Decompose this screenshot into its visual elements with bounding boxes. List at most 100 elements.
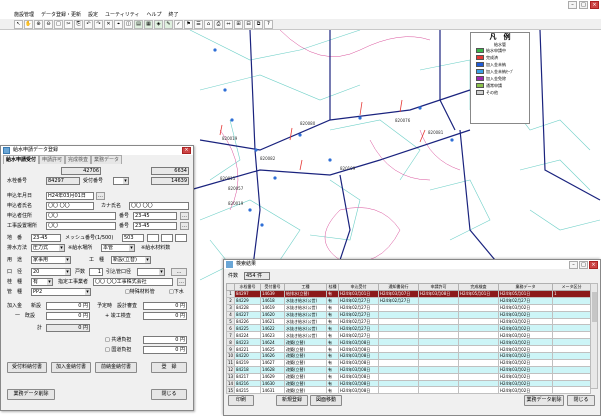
close-window-button[interactable]: × [590,1,599,9]
hikikomi-select[interactable] [137,268,165,276]
kouji-checkbox[interactable]: □ 共通負担 [105,336,131,344]
menu-facility[interactable]: 施設管理 [14,11,34,19]
table-cell[interactable]: H24年03月08日 [338,358,379,367]
table-cell[interactable]: 84221 [234,345,261,354]
table-cell[interactable]: H24年02月27日 [338,303,379,312]
toolbar-button[interactable]: ◫ [124,20,133,29]
table-cell[interactable]: H24年02月27日 [338,310,379,319]
banchi-field[interactable]: 23-45 [133,212,177,220]
table-row[interactable]: 12 84218 14628 改築(立替) 有 H24年03月08日 H24年03月02日 [226,365,591,374]
table-cell[interactable] [378,372,419,381]
table-cell[interactable]: H24年02月27日 [498,296,553,305]
table-cell[interactable] [418,352,459,360]
kosu-field[interactable]: 1 [89,268,103,276]
menu-settings[interactable]: 設定 [88,11,98,19]
table-row[interactable]: 14 84216 14630 改築(立替) 有 H24年03月08日 H24年03月02日 [226,379,591,388]
table-cell[interactable]: H24年03月02日 [498,386,553,395]
table-cell[interactable]: H24年03月02日 [498,338,553,347]
table-cell[interactable]: H24年03月02日 [498,379,553,388]
table-cell[interactable] [458,324,499,333]
table-cell[interactable]: 14621 [260,317,285,326]
table-cell[interactable]: 有 [326,365,339,374]
table-cell[interactable]: H24年02月27日 [338,331,379,340]
table-cell[interactable] [552,352,591,360]
column-header[interactable]: 通知書発行 [378,283,419,291]
grid-delete-button[interactable]: 業務データ削除 [524,395,564,406]
toolbar-button[interactable]: □ [54,20,63,29]
table-row[interactable]: 3 84228 14619 水抜き給水(公営) 有 H24年02月27日 H24年03月02… [226,303,591,312]
table-cell[interactable] [458,296,499,305]
table-cell[interactable] [378,303,419,312]
mesh-field[interactable]: 503 [122,234,144,242]
table-cell[interactable]: H24年03月08日 [338,338,379,347]
table-cell[interactable]: 有 [326,324,339,333]
koukyo-checkbox[interactable]: □ 国道負担 [105,346,131,354]
table-cell[interactable]: 水抜き給水(公営) [284,303,327,312]
table-cell[interactable] [418,386,459,395]
table-cell[interactable] [418,345,459,354]
table-cell[interactable]: 有 [326,296,339,305]
table-cell[interactable]: 14623 [260,331,285,340]
table-cell[interactable]: 水抜き給水(公営) [284,296,327,305]
table-cell[interactable] [418,379,459,388]
table-cell[interactable]: H24年05月01日 [458,290,499,298]
table-cell[interactable]: 84226 [234,317,261,326]
receipt-fee-button[interactable]: 受付料納付書 [7,362,47,373]
tab-permit[interactable]: 申請許可 [39,155,66,164]
table-cell[interactable]: H24年03月02日 [498,372,553,381]
address-field[interactable]: 〇〇 [46,212,116,220]
menu-help[interactable]: ヘルプ [146,11,161,19]
table-cell[interactable] [418,372,459,381]
column-header[interactable]: 業務データ [498,283,553,291]
toolbar-button[interactable]: ↶ [84,20,93,29]
print-button[interactable]: 印刷 [228,395,254,406]
table-cell[interactable]: 改築(立替) [284,386,327,395]
save-button[interactable]: 登 録 [151,362,187,373]
table-cell[interactable]: H24年03月02日 [498,310,553,319]
table-cell[interactable]: H24年03月08日 [338,372,379,381]
table-cell[interactable] [378,331,419,340]
tab-application[interactable]: 給水申請受付 [3,155,40,164]
table-cell[interactable]: H24年05月01日 [498,290,553,298]
table-cell[interactable] [458,358,499,367]
column-header[interactable]: 受付番号 [260,283,285,291]
column-header[interactable]: 桂種 [326,283,339,291]
table-cell[interactable]: 84229 [234,296,261,305]
join-fee-button[interactable]: 加入金納付書 [51,362,91,373]
table-cell[interactable]: 有 [326,310,339,319]
table-cell[interactable] [418,296,459,305]
column-header[interactable]: メータ区分 [552,283,591,291]
advance-fee-button[interactable]: 前納金納付書 [95,362,137,373]
table-cell[interactable]: 84228 [234,303,261,312]
mesh-sub-field-1[interactable] [147,234,159,242]
table-cell[interactable] [458,317,499,326]
table-cell[interactable]: H24年02月27日 [338,317,379,326]
table-cell[interactable]: 改築(立替) [284,358,327,367]
table-cell[interactable]: 14631 [260,386,285,395]
table-cell[interactable]: H24年03月02日 [498,324,553,333]
site-banchi-field[interactable]: 23-45 [133,222,177,230]
site-field[interactable]: 〇〇 [46,222,116,230]
table-cell[interactable]: 84215 [234,386,261,395]
vertical-scrollbar[interactable] [590,283,598,389]
table-cell[interactable]: 14619 [260,303,285,312]
maximize-button[interactable]: □ [579,1,588,9]
youto-select[interactable]: 家事用 [31,256,71,264]
uketsuke-field[interactable]: 14639 [151,177,189,185]
table-cell[interactable] [552,324,591,333]
table-row[interactable]: 8 84223 14624 改築(立替) 有 H24年03月08日 H24年03月02日 [226,338,591,347]
toolbar-button[interactable]: ⌂ [204,20,213,29]
table-row[interactable]: 10 84220 14626 改築(立替) 有 H24年03月08日 H24年03月02日 [226,352,591,360]
table-cell[interactable]: 14629 [260,372,285,381]
table-cell[interactable]: 84216 [234,379,261,388]
table-cell[interactable] [458,331,499,340]
table-cell[interactable]: 84297 [234,290,261,298]
table-cell[interactable]: 有 [326,352,339,360]
table-cell[interactable] [458,379,499,388]
minimize-button[interactable]: – [569,261,578,269]
table-cell[interactable]: 14620 [260,310,285,319]
toolbar-button[interactable]: ✓ [174,20,183,29]
table-cell[interactable]: H24年03月08日 [418,290,459,298]
table-cell[interactable] [378,358,419,367]
shinki-field[interactable]: 0 円 [46,302,90,310]
